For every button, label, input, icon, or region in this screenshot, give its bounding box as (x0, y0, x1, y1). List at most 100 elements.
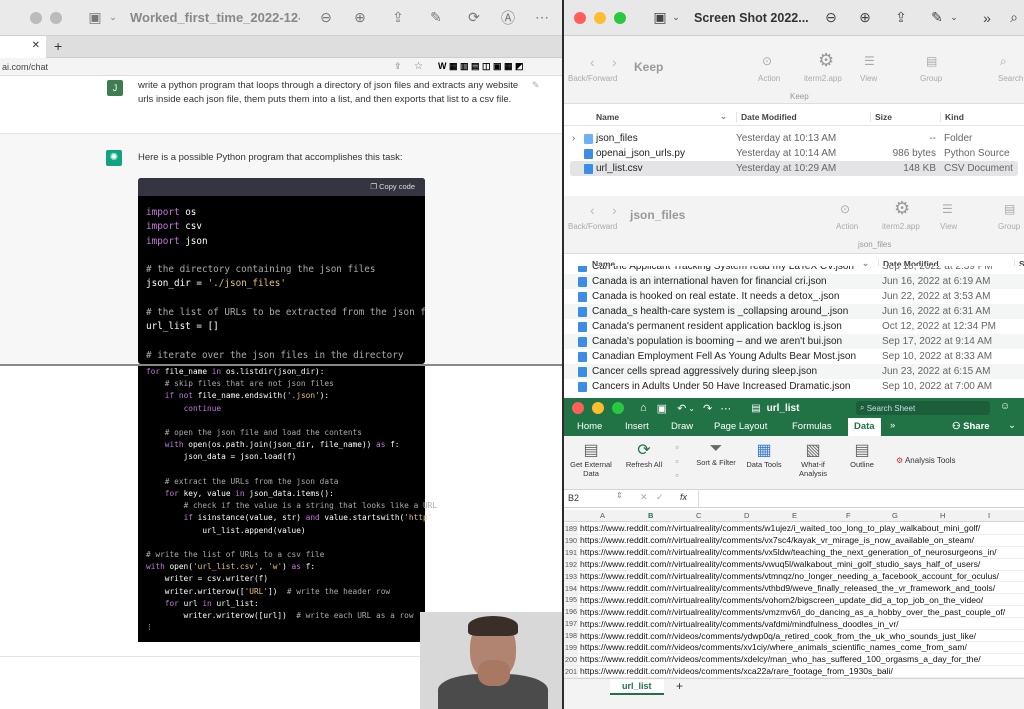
browser-tab[interactable]: ✕ (0, 36, 46, 58)
tab-draw[interactable]: Draw (671, 421, 693, 432)
account-icon[interactable]: ☺ (1000, 401, 1010, 412)
json-file-row[interactable]: Canadian Employment Fell As Young Adults… (564, 349, 1024, 364)
sheet-tab[interactable]: url_list (610, 679, 664, 695)
json-file-row[interactable]: Can the Applicant Tracking System read m… (564, 266, 1024, 274)
sheet-row[interactable]: 192 https://www.reddit.com/r/virtualreali… (564, 558, 1024, 571)
share-icon[interactable]: ⇪ (890, 9, 912, 26)
cell-url[interactable]: https://www.reddit.com/r/virtualreality/… (578, 607, 1005, 617)
bookmark-star-icon[interactable]: ☆ (414, 61, 423, 72)
search-icon-2[interactable]: ⌕ (1000, 54, 1007, 69)
home-icon[interactable]: ⌂ (640, 402, 647, 414)
json-file-row[interactable]: Canada is hooked on real estate. It need… (564, 289, 1024, 304)
share-page-icon[interactable]: ⇪ (394, 61, 402, 72)
data-tools-button[interactable]: ▦ Data Tools (744, 440, 784, 469)
sidebar-icon[interactable]: ▣ (650, 9, 670, 26)
markup-icon[interactable]: ✎ (926, 9, 948, 26)
json-file-row[interactable]: Canada's population is booming – and we … (564, 334, 1024, 349)
sort-filter-button[interactable]: ⏷ Sort & Filter (696, 440, 736, 467)
zoom-dot[interactable] (50, 11, 62, 24)
sheet-row[interactable]: 189 https://www.reddit.com/r/virtualreali… (564, 523, 1024, 535)
finder-row[interactable]: openai_json_urls.py Yesterday at 10:14 AM… (564, 146, 1024, 161)
json-file-row[interactable]: Canada's permanent resident application … (564, 319, 1024, 334)
extensions-icon[interactable]: W ▦ ▥ ▤ ◫ ▣ ▦ ◩ (438, 61, 524, 72)
copy-code-button[interactable]: ❐ Copy code (370, 182, 415, 191)
minimize-dot[interactable] (592, 402, 604, 414)
json-file-row[interactable]: Canada is an international haven for fin… (564, 274, 1024, 289)
close-dot[interactable] (10, 12, 22, 24)
more-tabs-icon[interactable]: » (890, 420, 895, 431)
col-i[interactable]: I (988, 511, 990, 520)
sheet-row[interactable]: 200 https://www.reddit.com/r/videos/comme… (564, 653, 1024, 666)
zoom-in-icon[interactable]: ⊕ (348, 9, 372, 26)
col-kind[interactable]: Kind (940, 112, 964, 122)
json-file-row[interactable]: Cancer cells spread aggressively during … (564, 364, 1024, 379)
cell-url[interactable]: https://www.reddit.com/r/videos/comments… (578, 666, 893, 676)
cell-url[interactable]: https://www.reddit.com/r/virtualreality/… (578, 559, 980, 569)
sheet-row[interactable]: 191 https://www.reddit.com/r/virtualreali… (564, 546, 1024, 559)
group-icon[interactable]: ▤ (1004, 202, 1015, 216)
more-icon[interactable]: ⋯ (720, 402, 731, 415)
tab-data[interactable]: Data (848, 418, 881, 436)
tab-insert[interactable]: Insert (625, 421, 649, 432)
share-icon[interactable]: ⇪ (386, 9, 410, 26)
search-icon[interactable]: ⌕ (1006, 9, 1022, 26)
cell-ref-stepper-icon[interactable]: ⇕ (616, 491, 623, 500)
sheet-row[interactable]: 201 https://www.reddit.com/r/videos/comme… (564, 665, 1024, 678)
undo-chevron-icon[interactable]: ⌄ (688, 404, 695, 413)
minimize-dot[interactable] (594, 11, 606, 24)
add-sheet-button[interactable]: + (676, 679, 683, 693)
connections-icons[interactable]: ▫ ▫ ▫ (670, 440, 684, 482)
cell-url[interactable]: https://www.reddit.com/r/virtualreality/… (578, 523, 980, 533)
col-size[interactable]: Size (870, 112, 892, 122)
sheet-row[interactable]: 196 https://www.reddit.com/r/virtualreali… (564, 606, 1024, 619)
sheet-row[interactable]: 194 https://www.reddit.com/r/virtualreali… (564, 582, 1024, 595)
forward-icon[interactable]: › (612, 202, 617, 218)
col-d[interactable]: D (744, 511, 749, 520)
view-icon[interactable]: ☰ (864, 54, 875, 68)
share-chevron-icon[interactable]: ⌄ (1008, 420, 1016, 431)
cell-url[interactable]: https://www.reddit.com/r/virtualreality/… (578, 595, 983, 605)
finder-row[interactable]: url_list.csv Yesterday at 10:29 AM 148 KB C… (570, 161, 1018, 176)
col-f[interactable]: F (846, 511, 851, 520)
group-icon[interactable]: ▤ (926, 54, 937, 68)
sheet-row[interactable]: 198 https://www.reddit.com/r/videos/comme… (564, 630, 1024, 642)
zoom-out-icon[interactable]: ⊖ (314, 9, 338, 26)
sidebar-icon[interactable]: ▣ (84, 9, 106, 26)
close-tab-icon[interactable]: ✕ (32, 40, 40, 51)
edit-icon[interactable]: ✎ (532, 80, 540, 91)
formula-input[interactable] (698, 490, 1020, 508)
markup-icon[interactable]: ✎ (424, 9, 448, 26)
more-icon[interactable]: ⋯ (530, 9, 554, 26)
col-e[interactable]: E (792, 511, 797, 520)
confirm-icon[interactable]: ✓ (656, 492, 664, 503)
sheet-row[interactable]: 197 https://www.reddit.com/r/virtualreali… (564, 618, 1024, 631)
finder-row[interactable]: › json_files Yesterday at 10:13 AM -- Folder (564, 131, 1024, 146)
json-file-row[interactable]: Canada_s health-care system is _collapsi… (564, 304, 1024, 319)
col-h[interactable]: H (940, 511, 945, 520)
action-icon[interactable]: ⊙ (840, 202, 850, 216)
function-icon[interactable]: fx (680, 492, 687, 502)
get-external-data-button[interactable]: ▤ Get External Data (566, 440, 616, 478)
cancel-icon[interactable]: ✕ (640, 492, 648, 503)
back-icon[interactable]: ‹ (590, 54, 595, 70)
zoom-out-icon[interactable]: ⊖ (820, 9, 842, 26)
rotate-icon[interactable]: ⟳ (462, 9, 486, 26)
sheet-row[interactable]: 195 https://www.reddit.com/r/virtualreali… (564, 594, 1024, 607)
what-if-button[interactable]: ▧ What-if Analysis (790, 440, 836, 478)
cell-url[interactable]: https://www.reddit.com/r/virtualreality/… (578, 583, 995, 593)
cell-url[interactable]: https://www.reddit.com/r/virtualreality/… (578, 547, 997, 557)
outline-button[interactable]: ▤ Outline (842, 440, 882, 469)
col-g[interactable]: G (892, 511, 898, 520)
tab-page-layout[interactable]: Page Layout (714, 421, 767, 432)
annotate-icon[interactable]: Ⓐ (496, 8, 520, 28)
save-icon[interactable]: ▣ (657, 402, 667, 415)
redo-icon[interactable]: ↷ (703, 402, 712, 415)
cell-url[interactable]: https://www.reddit.com/r/videos/comments… (578, 631, 976, 641)
analysis-tools-button[interactable]: ⚙ Analysis Tools (896, 456, 956, 465)
cell-url[interactable]: https://www.reddit.com/r/virtualreality/… (578, 571, 999, 581)
col-b[interactable]: B (648, 511, 653, 520)
sheet-row[interactable]: 193 https://www.reddit.com/r/virtualreali… (564, 570, 1024, 583)
col-name[interactable]: Name (596, 112, 619, 122)
iterm-icon[interactable]: ⚙ (818, 50, 834, 71)
disclosure-chevron-icon[interactable]: › (572, 133, 575, 144)
